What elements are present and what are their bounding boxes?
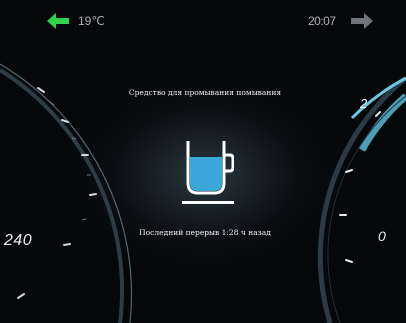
right-gauge-label-top: 2: [360, 96, 368, 111]
message-bottom-text: Последний перерыв 1:28 ч назад: [139, 228, 271, 237]
clock-time: 20:07: [308, 14, 336, 28]
message-title: Средство для промывания помывания: [128, 88, 282, 97]
right-gauge-label-bottom: 0: [378, 228, 386, 244]
status-bar: 19℃ 20:07: [0, 0, 406, 44]
cup-icon: [182, 141, 234, 204]
left-gauge-label: 240: [4, 232, 33, 249]
gray-right-arrow-icon[interactable]: [350, 12, 374, 30]
outside-temperature: 19℃: [78, 14, 105, 28]
left-gauge-arc: [0, 68, 124, 323]
right-gauge-arc: [317, 76, 406, 323]
green-left-arrow-icon[interactable]: [46, 12, 70, 30]
dashboard-screen: 19℃ 20:07 Средство для промывания помыва…: [0, 0, 406, 323]
